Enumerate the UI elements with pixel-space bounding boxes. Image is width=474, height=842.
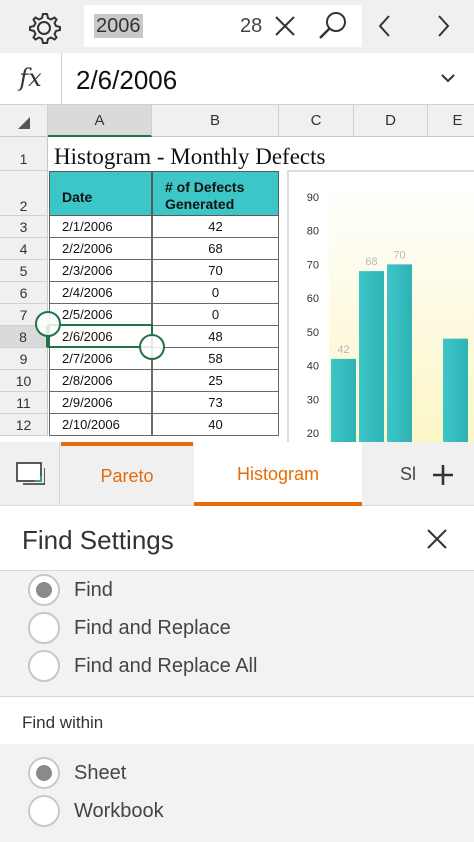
tab-pareto[interactable]: Pareto (61, 442, 193, 506)
search-input[interactable]: 2006 (94, 14, 143, 38)
chart-bar[interactable] (359, 271, 384, 442)
find-settings-panel: Find Settings Find Find and Replace Find… (0, 506, 474, 842)
search-icon[interactable] (316, 9, 350, 43)
select-all-corner[interactable] (0, 105, 48, 137)
formula-bar: fx 2/6/2006 (0, 53, 474, 105)
row-header[interactable]: 5 (0, 260, 48, 282)
radio-label: Sheet (74, 762, 127, 784)
search-box[interactable]: 2006 28 (84, 5, 362, 47)
radio-button[interactable] (28, 795, 60, 827)
header-date[interactable]: Date (49, 171, 152, 216)
chevron-down-icon[interactable] (438, 71, 458, 85)
row-header[interactable]: 12 (0, 414, 48, 436)
cell-date[interactable]: 2/7/2006 (49, 348, 152, 370)
y-tick-label: 80 (307, 226, 319, 238)
radio-button[interactable] (28, 757, 60, 789)
data-label: 70 (393, 249, 405, 261)
cell-date[interactable]: 2/8/2006 (49, 370, 152, 392)
selection-handle-end[interactable] (139, 334, 165, 360)
row-header[interactable]: 11 (0, 392, 48, 414)
chart-bar[interactable] (387, 264, 412, 442)
cell-defects[interactable]: 0 (152, 282, 279, 304)
tab-sl[interactable]: Sl (362, 442, 424, 506)
column-header[interactable]: C (279, 105, 354, 137)
find-within-section (0, 744, 474, 842)
chart-bar[interactable] (443, 338, 468, 442)
histogram-chart[interactable]: 20 30 40 50 60 70 80 90 42 68 70 (287, 170, 474, 442)
sheets-list-icon[interactable] (0, 442, 60, 506)
cell-date[interactable]: 2/4/2006 (49, 282, 152, 304)
column-header[interactable]: B (152, 105, 279, 137)
cell-defects[interactable]: 68 (152, 238, 279, 260)
radio-dot (36, 582, 52, 598)
add-sheet-icon[interactable] (428, 460, 458, 490)
cell-defects[interactable]: 48 (152, 326, 279, 348)
chart-bar[interactable] (331, 358, 356, 442)
row-header[interactable]: 2 (0, 171, 48, 216)
column-header[interactable]: E (428, 105, 474, 137)
radio-label: Find and Replace All (74, 655, 258, 677)
y-tick-label: 20 (307, 428, 319, 440)
sheet-tabs: Pareto Histogram Sl (0, 442, 474, 506)
find-toolbar: 2006 28 (0, 0, 474, 53)
formula-input[interactable]: 2/6/2006 (76, 65, 177, 95)
row-header[interactable]: 9 (0, 348, 48, 370)
cell-defects[interactable]: 58 (152, 348, 279, 370)
radio-label: Find and Replace (74, 617, 231, 639)
cell-date[interactable]: 2/9/2006 (49, 392, 152, 414)
row-header[interactable]: 3 (0, 216, 48, 238)
row-header[interactable]: 6 (0, 282, 48, 304)
cell-date[interactable]: 2/3/2006 (49, 260, 152, 282)
radio-label: Find (74, 579, 113, 601)
y-tick-label: 70 (307, 259, 319, 271)
cell-defects[interactable]: 40 (152, 414, 279, 436)
cell-defects[interactable]: 0 (152, 304, 279, 326)
radio-button[interactable] (28, 650, 60, 682)
header-defects[interactable]: # of Defects Generated (152, 171, 279, 216)
row-header[interactable]: 4 (0, 238, 48, 260)
column-header[interactable]: D (354, 105, 428, 137)
cell-defects[interactable]: 42 (152, 216, 279, 238)
data-label: 68 (365, 256, 377, 268)
y-tick-label: 60 (307, 293, 319, 305)
radio-dot (36, 765, 52, 781)
y-tick-label: 30 (307, 394, 319, 406)
panel-title: Find Settings (22, 525, 174, 555)
sheet-title[interactable]: Histogram - Monthly Defects (54, 143, 325, 171)
chevron-left-icon[interactable] (372, 12, 398, 40)
selected-cell[interactable] (48, 324, 153, 348)
cell-defects[interactable]: 70 (152, 260, 279, 282)
close-icon[interactable] (424, 526, 450, 552)
y-tick-label: 90 (307, 192, 319, 204)
match-count: 28 (240, 15, 263, 37)
radio-label: Workbook (74, 800, 164, 822)
y-tick-label: 40 (307, 361, 319, 373)
cell-date[interactable]: 2/10/2006 (49, 414, 152, 436)
radio-button[interactable] (28, 612, 60, 644)
cell-defects[interactable]: 73 (152, 392, 279, 414)
row-header[interactable]: 10 (0, 370, 48, 392)
chevron-right-icon[interactable] (430, 12, 456, 40)
spreadsheet-grid[interactable]: A B C D E 1 2 3 4 5 6 7 8 9 10 11 12 His… (0, 105, 474, 442)
find-within-label: Find within (22, 713, 104, 732)
row-header[interactable]: 1 (0, 137, 48, 171)
fx-icon[interactable]: fx (0, 53, 62, 105)
data-label: 42 (337, 344, 349, 356)
cell-date[interactable]: 2/1/2006 (49, 216, 152, 238)
column-header[interactable]: A (48, 105, 152, 137)
y-tick-label: 50 (307, 327, 319, 339)
selection-handle-start[interactable] (35, 311, 61, 337)
gear-icon[interactable] (24, 8, 64, 48)
divider (0, 696, 474, 697)
cell-date[interactable]: 2/2/2006 (49, 238, 152, 260)
cell-date[interactable]: 2/5/2006 (49, 304, 152, 326)
tab-histogram[interactable]: Histogram (194, 442, 362, 506)
radio-button[interactable] (28, 574, 60, 606)
close-icon[interactable] (272, 13, 298, 39)
cell-defects[interactable]: 25 (152, 370, 279, 392)
